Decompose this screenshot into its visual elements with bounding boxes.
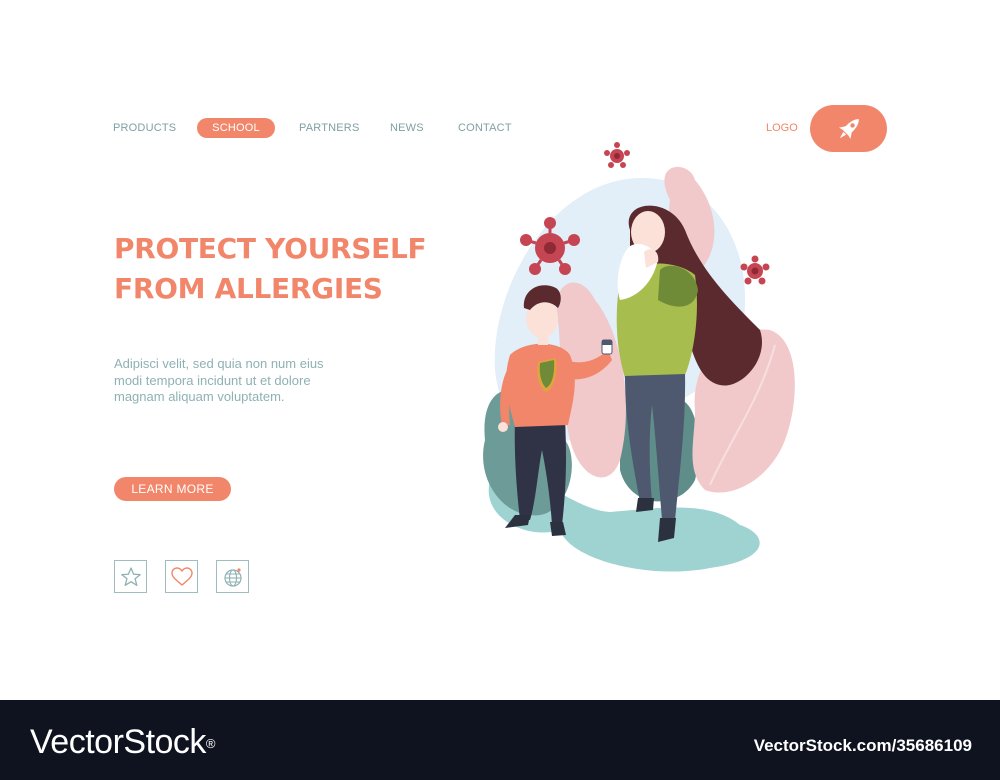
- nav-item-products[interactable]: PRODUCTS: [113, 118, 176, 138]
- headline-line-2: FROM ALLERGIES: [114, 272, 383, 305]
- rocket-icon: [838, 118, 859, 139]
- page-title: PROTECT YOURSELF FROM ALLERGIES: [114, 229, 444, 309]
- nav-item-contact[interactable]: CONTACT: [458, 118, 512, 138]
- globe-icon: [223, 567, 242, 587]
- nav-item-news[interactable]: NEWS: [390, 118, 424, 138]
- registered-mark: ®: [205, 736, 216, 751]
- learn-more-button[interactable]: LEARN MORE: [114, 477, 231, 501]
- allergy-illustration: [483, 142, 795, 572]
- headline-line-1: PROTECT YOURSELF: [114, 232, 427, 265]
- footer-brand: VectorStock®: [30, 722, 216, 762]
- virus-small-top: [604, 142, 630, 168]
- star-button[interactable]: [114, 560, 147, 593]
- footer-image-id: VectorStock.com/35686109: [753, 736, 972, 755]
- nav-item-partners[interactable]: PARTNERS: [299, 118, 359, 138]
- hero-description: Adipisci velit, sed quia non num eius mo…: [114, 356, 324, 404]
- footer-brand-name: VectorStock: [30, 723, 206, 761]
- globe-button[interactable]: [216, 560, 249, 593]
- nav-item-school[interactable]: SCHOOL: [197, 118, 275, 138]
- footer-bar: VectorStock® VectorStock.com/35686109: [0, 700, 1000, 780]
- heart-button[interactable]: [165, 560, 198, 593]
- virus-small-right: [740, 255, 770, 285]
- logo-link[interactable]: LOGO: [766, 118, 798, 138]
- heart-icon: [170, 566, 193, 586]
- star-icon: [120, 566, 141, 586]
